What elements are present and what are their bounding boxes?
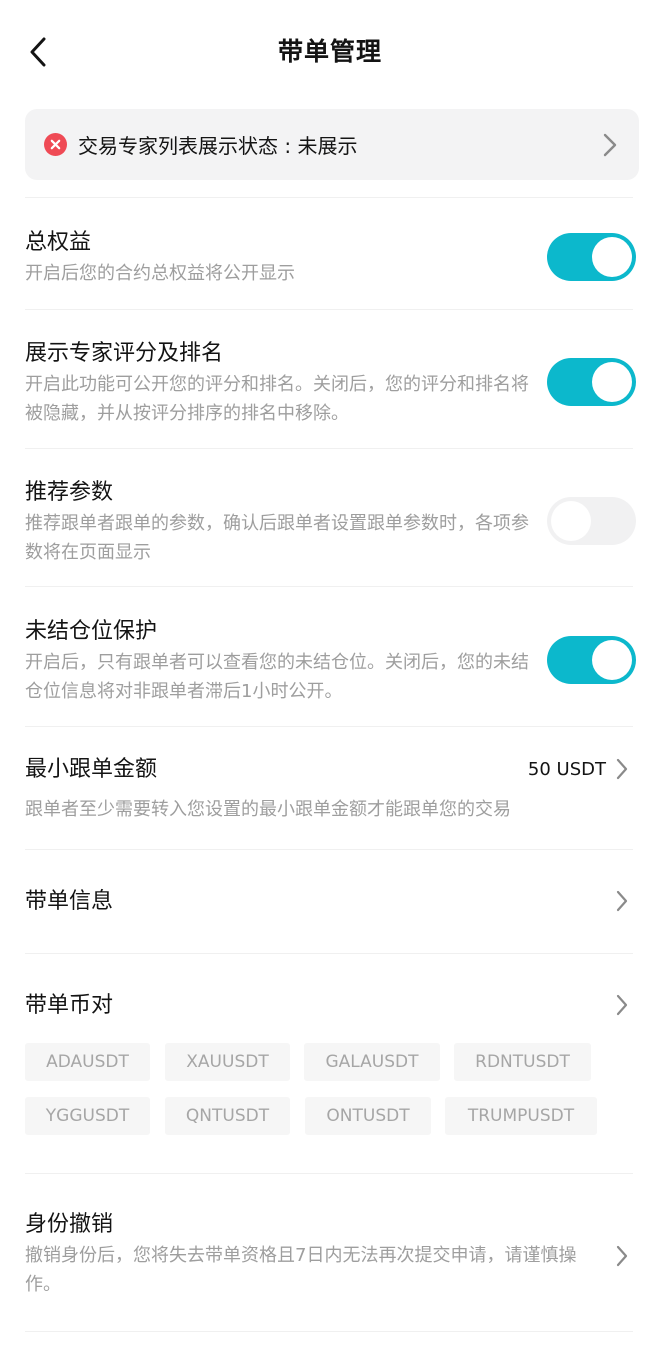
open-position-desc: 开启后，只有跟单者可以查看您的未结仓位。关闭后，您的未结仓位信息将对非跟单者滞后… — [25, 652, 529, 702]
recommend-params-desc: 推荐跟单者跟单的参数，确认后跟单者设置跟单参数时，各项参数将在页面显示 — [25, 513, 529, 563]
pair-chip: XAUUSDT — [165, 1043, 290, 1081]
total-equity-title: 总权益 — [25, 230, 92, 255]
revoke-title: 身份撤销 — [25, 1212, 114, 1237]
expert-list-status-banner[interactable]: 交易专家列表展示状态 : 未展示 — [25, 109, 639, 180]
toggle-knob — [592, 640, 632, 680]
status-text: 交易专家列表展示状态 : 未展示 — [78, 134, 358, 158]
open-position-toggle[interactable] — [547, 636, 636, 684]
expert-rank-toggle[interactable] — [547, 358, 636, 406]
divider — [25, 953, 633, 954]
expert-rank-desc: 开启此功能可公开您的评分和排名。关闭后，您的评分和排名将被隐藏，并从按评分排序的… — [25, 374, 529, 424]
toggle-knob — [592, 237, 632, 277]
chevron-right-icon[interactable] — [614, 1243, 630, 1269]
pairs-title: 带单币对 — [25, 993, 114, 1018]
divider — [25, 1173, 633, 1174]
lead-info-title: 带单信息 — [25, 889, 114, 914]
total-equity-desc: 开启后您的合约总权益将公开显示 — [25, 263, 295, 284]
divider — [25, 448, 633, 449]
pair-chip: QNTUSDT — [165, 1097, 290, 1135]
divider — [25, 1331, 633, 1332]
divider — [25, 309, 633, 310]
min-amount-desc: 跟单者至少需要转入您设置的最小跟单金额才能跟单您的交易 — [25, 799, 511, 820]
min-amount-title: 最小跟单金额 — [25, 757, 158, 782]
header: 带单管理 — [0, 0, 660, 104]
error-circle-icon — [44, 133, 67, 156]
expert-rank-title: 展示专家评分及排名 — [25, 341, 224, 366]
open-position-title: 未结仓位保护 — [25, 619, 158, 644]
chevron-right-icon[interactable] — [614, 756, 630, 782]
recommend-params-title: 推荐参数 — [25, 480, 114, 505]
total-equity-toggle[interactable] — [547, 233, 636, 281]
divider — [25, 726, 633, 727]
toggle-knob — [551, 501, 591, 541]
pair-chip: GALAUSDT — [304, 1043, 440, 1081]
pair-chip: YGGUSDT — [25, 1097, 150, 1135]
divider — [25, 197, 633, 198]
lead-info-row[interactable] — [25, 860, 633, 945]
page-title: 带单管理 — [277, 37, 382, 66]
divider — [25, 849, 633, 850]
min-amount-value: 50 USDT — [527, 759, 606, 780]
chevron-right-icon[interactable] — [614, 888, 630, 914]
chevron-right-icon — [603, 133, 617, 156]
toggle-knob — [592, 362, 632, 402]
divider — [25, 586, 633, 587]
recommend-params-toggle[interactable] — [547, 497, 636, 545]
pair-chip: TRUMPUSDT — [445, 1097, 597, 1135]
pair-chip: RDNTUSDT — [454, 1043, 591, 1081]
pair-chip: ONTUSDT — [305, 1097, 431, 1135]
revoke-desc: 撤销身份后，您将失去带单资格且7日内无法再次提交申请，请谨慎操作。 — [25, 1245, 577, 1295]
pair-chip: ADAUSDT — [25, 1043, 150, 1081]
chevron-right-icon[interactable] — [614, 992, 630, 1018]
